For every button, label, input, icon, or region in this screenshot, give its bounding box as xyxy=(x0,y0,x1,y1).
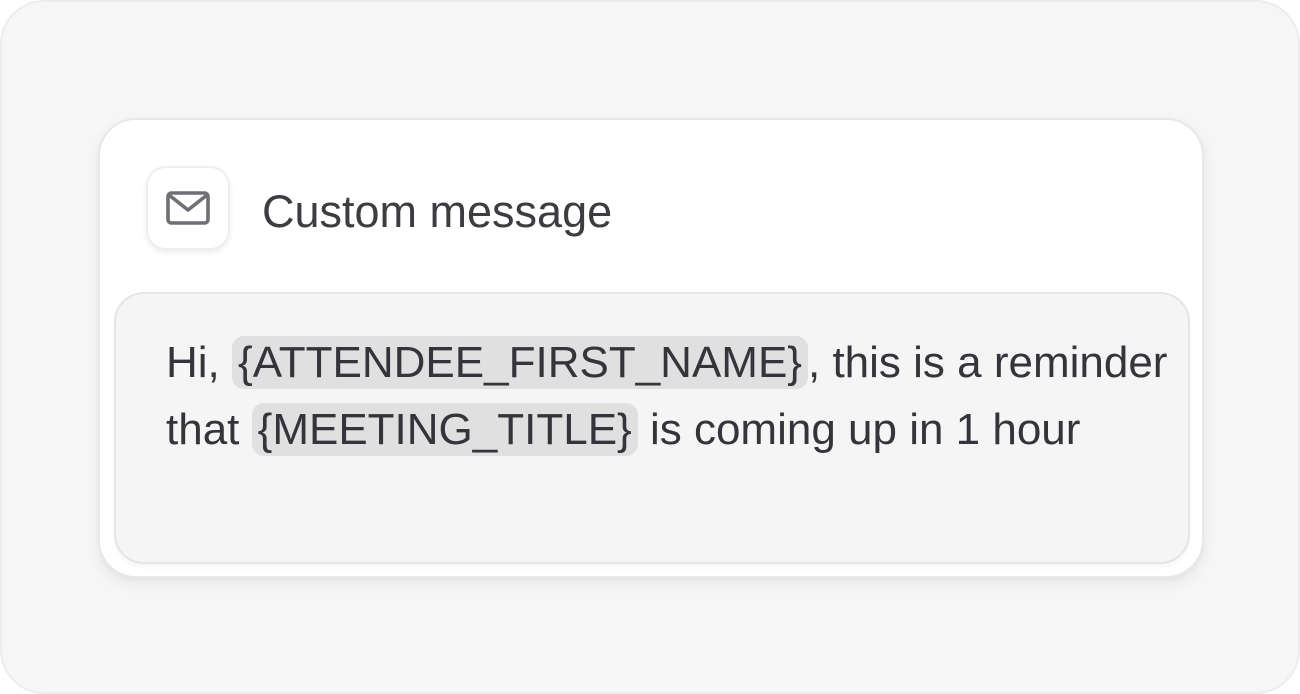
message-greeting: Hi, xyxy=(166,338,232,387)
card-title: Custom message xyxy=(262,186,613,237)
message-text-part-2: is coming up in 1 hour xyxy=(637,405,1081,454)
message-text: Hi, {ATTENDEE_FIRST_NAME}, this is a rem… xyxy=(166,329,1176,463)
canvas-background: Custom message Hi, {ATTENDEE_FIRST_NAME}… xyxy=(0,0,1300,694)
custom-message-card: Custom message Hi, {ATTENDEE_FIRST_NAME}… xyxy=(98,118,1204,578)
mail-icon xyxy=(146,166,230,250)
meeting-title-variable[interactable]: {MEETING_TITLE} xyxy=(251,403,638,456)
message-box[interactable]: Hi, {ATTENDEE_FIRST_NAME}, this is a rem… xyxy=(114,292,1190,564)
attendee-name-variable[interactable]: {ATTENDEE_FIRST_NAME} xyxy=(232,336,808,389)
